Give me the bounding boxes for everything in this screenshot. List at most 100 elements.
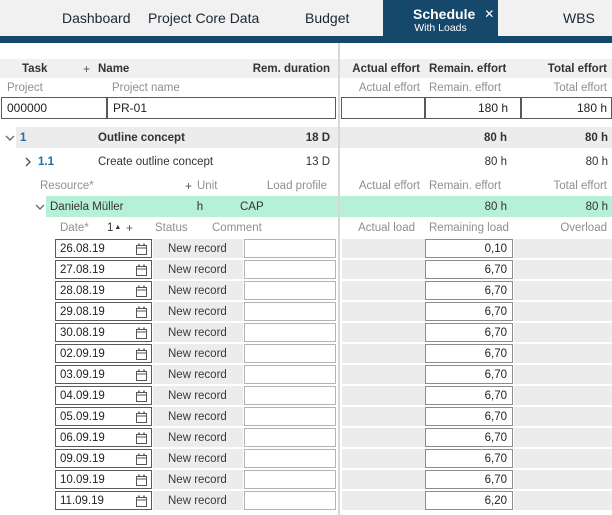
calendar-icon[interactable] [136,390,147,402]
date-field[interactable]: 27.08.19 [55,260,152,279]
col-date[interactable]: Date* [60,219,89,236]
status-cell: New record [153,239,243,258]
status-cell: New record [153,449,243,468]
calendar-icon[interactable] [136,348,147,360]
calendar-icon[interactable] [136,264,147,276]
col-overload[interactable]: Overload [540,219,607,236]
remaining-load-field[interactable]: 6,70 [425,407,513,426]
add-column-icon[interactable]: + [126,219,133,236]
calendar-icon[interactable] [136,453,147,465]
date-field[interactable]: 29.08.19 [55,302,152,321]
col-status[interactable]: Status [155,219,188,236]
date-field[interactable]: 30.08.19 [55,323,152,342]
col-actual-load[interactable]: Actual load [350,219,415,236]
col-rem-duration[interactable]: Rem. duration [230,59,330,78]
col-total-effort[interactable]: Total effort [530,59,607,78]
remaining-load-field[interactable]: 6,70 [425,302,513,321]
chevron-down-icon[interactable] [35,204,45,210]
remaining-load-field[interactable]: 6,70 [425,449,513,468]
chevron-right-icon[interactable] [25,157,31,167]
tab-dashboard[interactable]: Dashboard [62,0,131,36]
load-table-row: 29.08.19 New record 6,70 [0,302,612,323]
comment-field[interactable] [244,386,336,405]
date-value: 26.08.19 [60,243,105,255]
date-field[interactable]: 28.08.19 [55,281,152,300]
remaining-load-field[interactable]: 0,10 [425,239,513,258]
remaining-load-field[interactable]: 6,20 [425,491,513,510]
tab-budget[interactable]: Budget [305,0,349,36]
add-column-icon[interactable]: + [185,178,192,194]
comment-field[interactable] [244,491,336,510]
comment-field[interactable] [244,281,336,300]
add-column-icon[interactable]: + [83,59,90,78]
comment-field[interactable] [244,323,336,342]
date-field[interactable]: 26.08.19 [55,239,152,258]
remaining-load-field[interactable]: 6,70 [425,281,513,300]
remaining-load-field[interactable]: 6,70 [425,260,513,279]
tab-schedule-active[interactable]: Schedule ✕ With Loads [383,0,498,43]
label-remain-effort: Remain. effort [429,79,501,96]
col-comment[interactable]: Comment [212,219,262,236]
date-field[interactable]: 09.09.19 [55,449,152,468]
project-total-effort-field[interactable]: 180 h [521,97,612,119]
date-field[interactable]: 06.09.19 [55,428,152,447]
comment-field[interactable] [244,407,336,426]
comment-field[interactable] [244,428,336,447]
date-field[interactable]: 05.09.19 [55,407,152,426]
project-remain-effort-field[interactable]: 180 h [425,97,521,119]
sort-indicator[interactable]: 1▲ [107,219,121,236]
col-resource[interactable]: Resource* [40,178,94,194]
comment-field[interactable] [244,365,336,384]
resource-row-highlight [46,196,612,217]
task-number[interactable]: 1 [20,127,26,148]
col-task[interactable]: Task [22,59,47,78]
task-number[interactable]: 1.1 [38,151,54,172]
col-name[interactable]: Name [98,59,129,78]
col-actual-effort[interactable]: Actual effort [345,59,420,78]
calendar-icon[interactable] [136,243,147,255]
comment-field[interactable] [244,344,336,363]
date-value: 09.09.19 [60,453,105,465]
calendar-icon[interactable] [136,285,147,297]
remaining-load-field[interactable]: 6,70 [425,386,513,405]
comment-field[interactable] [244,260,336,279]
date-field[interactable]: 02.09.19 [55,344,152,363]
col-remaining-load[interactable]: Remaining load [429,219,509,236]
task-name[interactable]: Create outline concept [98,151,213,172]
remaining-load-field[interactable]: 6,70 [425,428,513,447]
tab-project-core-data[interactable]: Project Core Data [148,0,259,36]
date-field[interactable]: 10.09.19 [55,470,152,489]
comment-field[interactable] [244,470,336,489]
comment-field[interactable] [244,302,336,321]
tab-wbs[interactable]: WBS [563,0,595,36]
col-load-profile[interactable]: Load profile [240,178,327,194]
project-actual-effort-field[interactable] [341,97,425,119]
close-icon[interactable]: ✕ [484,8,494,20]
remaining-load-field[interactable]: 6,70 [425,323,513,342]
calendar-icon[interactable] [136,432,147,444]
calendar-icon[interactable] [136,369,147,381]
calendar-icon[interactable] [136,411,147,423]
calendar-icon[interactable] [136,327,147,339]
comment-field[interactable] [244,239,336,258]
active-tab-label: Schedule [413,6,475,22]
col-unit[interactable]: Unit [197,178,217,194]
col-remain-effort[interactable]: Remain. effort [429,59,506,78]
chevron-down-icon[interactable] [5,135,15,141]
project-id-field[interactable]: 000000 [1,97,107,119]
resource-name[interactable]: Daniela Müller [50,196,124,217]
comment-field[interactable] [244,449,336,468]
project-name-field[interactable]: PR-01 [107,97,336,119]
calendar-icon[interactable] [136,474,147,486]
overload-cell [514,449,612,468]
date-field[interactable]: 03.09.19 [55,365,152,384]
task-name[interactable]: Outline concept [98,127,185,148]
resource-row[interactable]: Daniela Müller h CAP 80 h 80 h [0,196,612,217]
remaining-load-field[interactable]: 6,70 [425,344,513,363]
remaining-load-field[interactable]: 6,70 [425,470,513,489]
calendar-icon[interactable] [136,306,147,318]
date-field[interactable]: 04.09.19 [55,386,152,405]
date-field[interactable]: 11.09.19 [55,491,152,510]
remaining-load-field[interactable]: 6,70 [425,365,513,384]
calendar-icon[interactable] [136,495,147,507]
